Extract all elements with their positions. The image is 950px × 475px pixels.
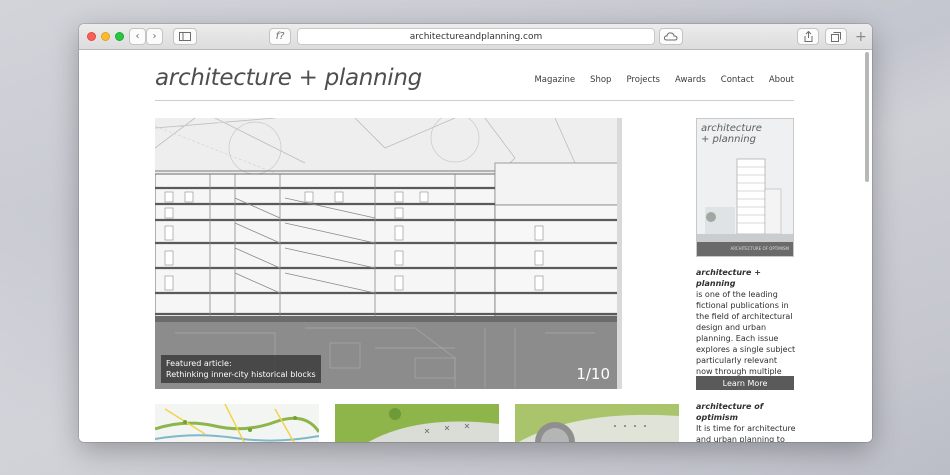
browser-toolbar: ‹ › f? architectureandplanning.com + <box>79 24 872 50</box>
url-text: architectureandplanning.com <box>409 31 543 42</box>
header-divider <box>155 100 794 101</box>
magazine-cover[interactable]: architecture + planning ARCHITECTURE OF … <box>696 118 794 257</box>
nav-item-projects[interactable]: Projects <box>626 75 660 85</box>
nav-item-magazine[interactable]: Magazine <box>534 75 575 85</box>
new-tab-button[interactable]: + <box>855 29 867 45</box>
browser-window: ‹ › f? architectureandplanning.com + arc… <box>79 24 872 442</box>
project-thumbnail-landscape[interactable] <box>335 404 499 442</box>
back-button[interactable]: ‹ <box>129 28 146 45</box>
nav-item-about[interactable]: About <box>769 75 794 85</box>
dome-thumbnail-image <box>515 404 679 442</box>
sidebar-icon <box>179 32 191 41</box>
web-page: architecture + planning Magazine Shop Pr… <box>79 51 872 442</box>
about-body: is one of the leading fictional publicat… <box>696 290 796 387</box>
site-logo[interactable]: architecture + planning <box>155 65 422 91</box>
icloud-button[interactable] <box>659 28 683 45</box>
nav-item-shop[interactable]: Shop <box>590 75 611 85</box>
minimize-window-button[interactable] <box>101 32 110 41</box>
section-drawing-image <box>155 118 622 389</box>
project-thumbnail-map[interactable] <box>155 404 319 442</box>
landscape-thumbnail-image <box>335 404 499 442</box>
article-title[interactable]: architecture of optimism <box>696 402 763 422</box>
cover-footer: ARCHITECTURE OF OPTIMISM <box>697 242 793 256</box>
tabs-icon <box>831 31 841 42</box>
sidebar-toggle-button[interactable] <box>173 28 197 45</box>
caption-title: Rethinking inner-city historical blocks <box>166 370 316 379</box>
about-blurb: architecture + planning is one of the le… <box>696 267 796 388</box>
cover-footer-text: ARCHITECTURE OF OPTIMISM <box>730 246 789 251</box>
slide-counter: 1/10 <box>576 365 610 383</box>
zoom-window-button[interactable] <box>115 32 124 41</box>
close-window-button[interactable] <box>87 32 96 41</box>
cover-building-image <box>697 158 793 244</box>
plus-icon: + <box>855 29 867 45</box>
forward-button[interactable]: › <box>146 28 163 45</box>
nav-item-awards[interactable]: Awards <box>675 75 706 85</box>
caption-label: Featured article: <box>166 359 232 368</box>
reader-button[interactable]: f? <box>269 28 291 45</box>
cloud-icon <box>664 32 678 41</box>
map-thumbnail-image <box>155 404 319 442</box>
learn-more-button[interactable]: Learn More <box>696 376 794 390</box>
address-bar[interactable]: architectureandplanning.com <box>297 28 655 45</box>
featured-slider[interactable]: Featured article: Rethinking inner-city … <box>155 118 622 389</box>
page-scrollbar[interactable] <box>865 52 869 182</box>
share-button[interactable] <box>797 28 819 45</box>
chevron-right-icon: › <box>152 31 157 42</box>
about-title: architecture + planning <box>696 268 761 288</box>
tabs-overview-button[interactable] <box>825 28 847 45</box>
share-icon <box>804 31 812 42</box>
reader-label: f? <box>275 31 285 42</box>
project-thumbnail-dome[interactable] <box>515 404 679 442</box>
main-nav: Magazine Shop Projects Awards Contact Ab… <box>519 75 794 85</box>
nav-item-contact[interactable]: Contact <box>721 75 754 85</box>
article-body: It is time for architecture and urban pl… <box>696 424 796 442</box>
chevron-left-icon: ‹ <box>135 31 140 42</box>
article-blurb: architecture of optimism It is time for … <box>696 401 796 442</box>
featured-caption[interactable]: Featured article: Rethinking inner-city … <box>161 355 321 383</box>
